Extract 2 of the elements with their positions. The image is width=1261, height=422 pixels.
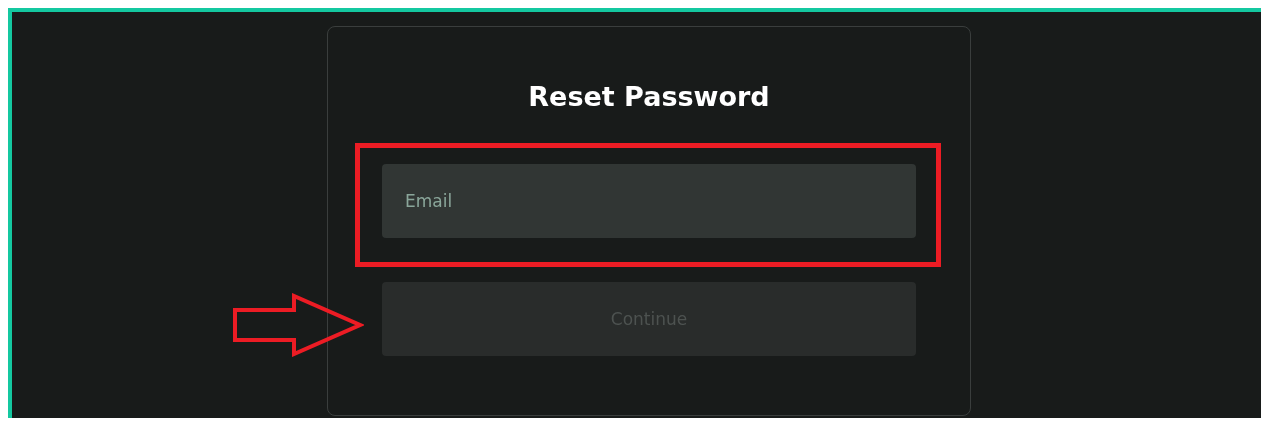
card-title: Reset Password	[528, 81, 770, 112]
email-field[interactable]: Email	[382, 164, 916, 238]
